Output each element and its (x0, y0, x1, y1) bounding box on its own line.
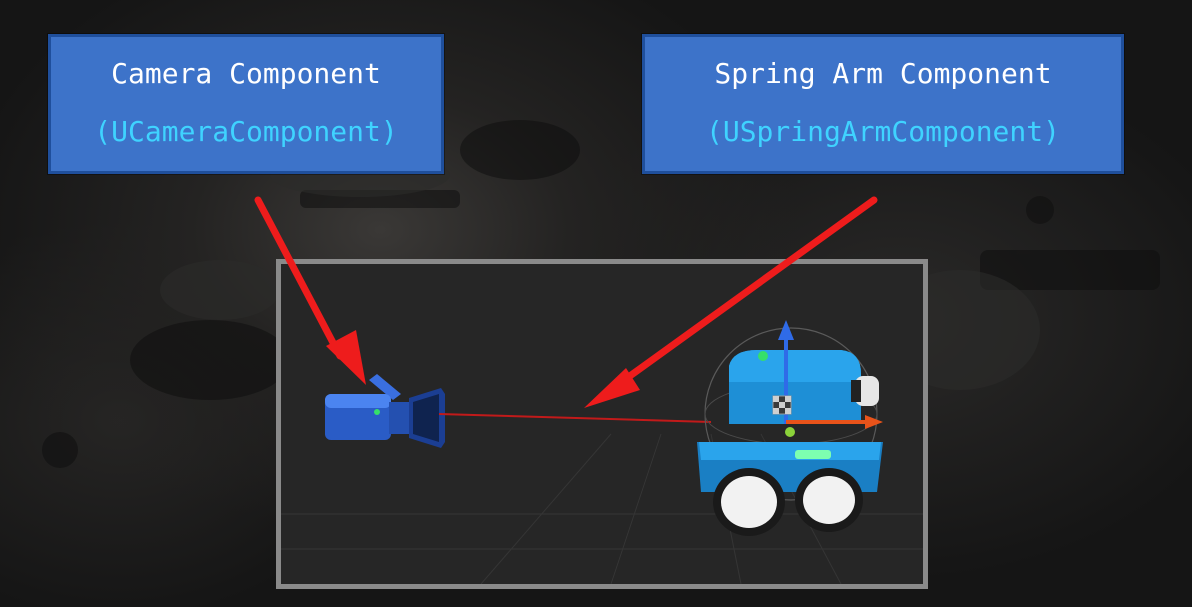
spring-arm-component-title: Spring Arm Component (714, 57, 1052, 90)
diagram-stage: Camera Component (UCameraComponent) Spri… (0, 0, 1192, 607)
editor-viewport (276, 259, 928, 589)
camera-component-label: Camera Component (UCameraComponent) (48, 34, 444, 174)
camera-component-class: (UCameraComponent) (94, 115, 398, 148)
spring-arm-line (438, 413, 712, 423)
spring-arm-component-label: Spring Arm Component (USpringArmComponen… (642, 34, 1124, 174)
camera-component-title: Camera Component (111, 57, 381, 90)
video-camera-icon (325, 374, 445, 448)
spring-arm-component-class: (USpringArmComponent) (705, 115, 1060, 148)
